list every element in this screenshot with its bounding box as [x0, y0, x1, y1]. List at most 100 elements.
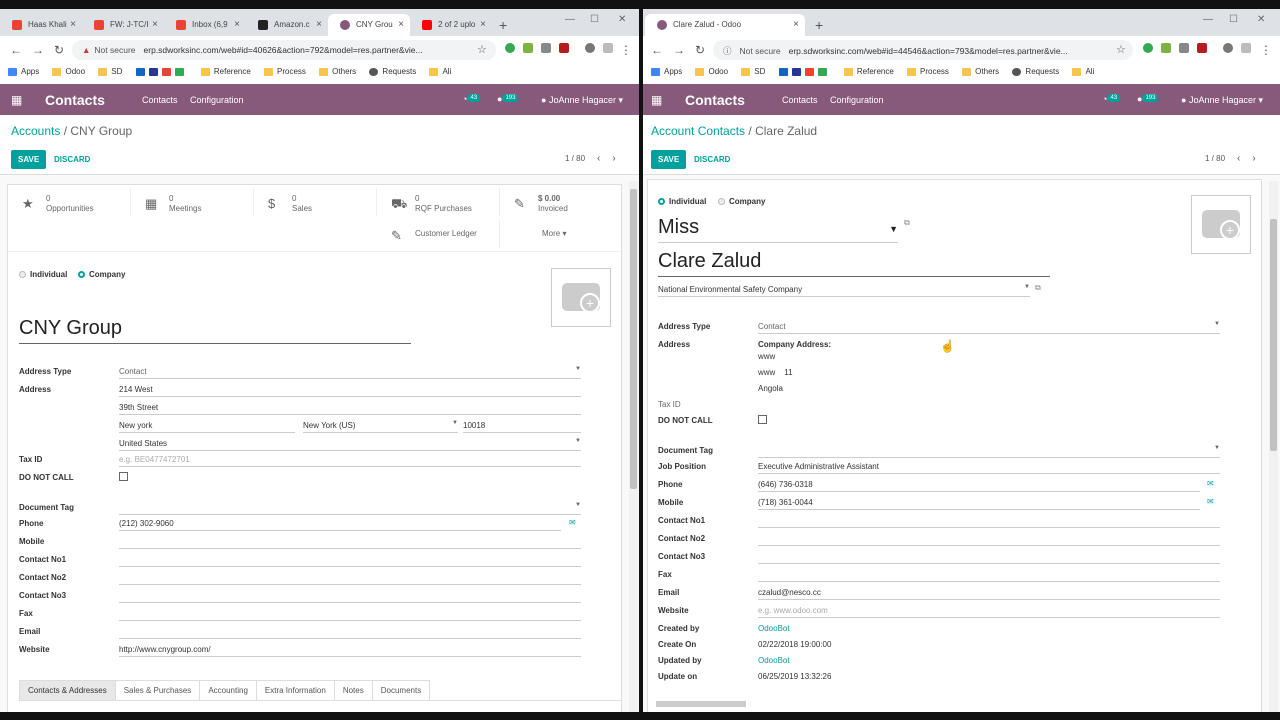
tax-id-field[interactable]: e.g. BE0477472701 [119, 453, 581, 467]
reload-icon[interactable]: ↻ [695, 43, 705, 57]
apps-grid-icon[interactable]: ▦ [11, 93, 22, 107]
bookmark-folder[interactable]: Ali [1072, 67, 1094, 76]
image-upload[interactable]: + [551, 268, 611, 327]
discard-button[interactable]: DISCARD [54, 155, 90, 164]
sms-icon[interactable]: ✉ [569, 518, 576, 527]
street2-field[interactable]: 39th Street [119, 401, 581, 415]
phone-field[interactable]: (646) 736-0318 [758, 478, 1200, 492]
do-not-call-checkbox[interactable] [758, 415, 767, 424]
back-icon[interactable]: ← [10, 43, 22, 57]
smart-button-customer-ledger[interactable]: ✎ Customer Ledger [377, 220, 500, 248]
menu-contacts[interactable]: Contacts [782, 95, 818, 105]
address-type-select[interactable]: Contact ▼ [758, 320, 1220, 334]
tab-sales-purchases[interactable]: Sales & Purchases [114, 680, 201, 700]
apps-grid-icon[interactable]: ▦ [651, 93, 662, 107]
smart-button-sales[interactable]: $0 Sales [254, 188, 377, 216]
notebook-tab-stub[interactable] [656, 701, 746, 707]
bookmark-star-icon[interactable]: ☆ [1116, 43, 1126, 56]
external-link-icon[interactable]: ⧉ [1035, 283, 1041, 293]
close-window-icon[interactable]: ✕ [1257, 14, 1265, 25]
extension-icon[interactable] [1241, 43, 1251, 54]
browser-tab[interactable]: Haas Khali × [0, 14, 82, 36]
save-button[interactable]: SAVE [11, 150, 47, 169]
document-tag-select[interactable]: ▼ [758, 444, 1220, 458]
minimize-icon[interactable]: — [1203, 14, 1213, 25]
bookmark-requests[interactable]: Requests [369, 67, 416, 76]
city-field[interactable]: New york [119, 419, 295, 433]
state-select[interactable]: New York (US) ▼ [303, 419, 458, 433]
extension-icon[interactable] [559, 43, 569, 54]
close-tab-icon[interactable]: × [152, 19, 158, 30]
url-field[interactable]: ⓘ Not secure erp.sdworksinc.com/web#id=445… [713, 40, 1133, 60]
activity-button[interactable]: ◔ 43 [1102, 94, 1121, 104]
extension-icon[interactable] [1179, 43, 1189, 54]
job-position-field[interactable]: Executive Administrative Assistant [758, 460, 1220, 474]
radio-company[interactable]: Company [78, 270, 125, 279]
menu-kebab-icon[interactable]: ⋮ [1260, 43, 1272, 57]
zip-field[interactable]: 10018 [463, 419, 581, 433]
bookmark-folder[interactable]: Others [962, 67, 999, 76]
extension-icon[interactable] [541, 43, 551, 54]
close-tab-icon[interactable]: × [234, 19, 240, 30]
email-field[interactable]: czalud@nesco.cc [758, 586, 1220, 600]
discard-button[interactable]: DISCARD [694, 155, 730, 164]
messages-button[interactable]: ● 193 [1137, 94, 1159, 104]
bookmark-folder[interactable]: Others [319, 67, 356, 76]
extension-icon[interactable] [603, 43, 613, 54]
forward-icon[interactable]: → [673, 43, 685, 57]
bookmark-apps[interactable]: Apps [651, 67, 682, 76]
app-title[interactable]: Contacts [685, 92, 745, 108]
breadcrumb-parent-link[interactable]: Account Contacts [651, 124, 745, 138]
smart-button-opportunities[interactable]: ★ 0 Opportunities [8, 188, 131, 216]
extension-icon[interactable] [505, 43, 515, 54]
pager-next-icon[interactable]: › [1252, 153, 1255, 164]
browser-tab[interactable]: Amazon.c × [246, 14, 328, 36]
parent-company-select[interactable]: National Environmental Safety Company ▼ [658, 283, 1030, 297]
bookmark-folder[interactable]: Odoo [52, 67, 85, 76]
contact-no3-field[interactable] [119, 589, 581, 603]
bookmark-folder[interactable]: Ali [429, 67, 451, 76]
bookmark-folder[interactable]: Reference [843, 67, 894, 76]
smart-button-meetings[interactable]: ▦ 0 Meetings [131, 188, 254, 216]
menu-contacts[interactable]: Contacts [142, 95, 178, 105]
pager-next-icon[interactable]: › [612, 153, 615, 164]
reload-icon[interactable]: ↻ [54, 43, 64, 57]
company-name-field[interactable]: CNY Group [19, 317, 411, 344]
mobile-field[interactable]: (718) 361-0044 [758, 496, 1200, 510]
do-not-call-checkbox[interactable] [119, 472, 128, 481]
contact-name-field[interactable]: Clare Zalud [658, 250, 1050, 277]
close-tab-icon[interactable]: × [316, 19, 322, 30]
country-select[interactable]: United States ▼ [119, 437, 581, 451]
created-by-link[interactable]: OdooBot [758, 622, 790, 636]
menu-configuration[interactable]: Configuration [830, 95, 884, 105]
more-button[interactable]: More ▾ [500, 220, 622, 248]
external-link-icon[interactable]: ⧉ [904, 218, 910, 228]
scrollbar-thumb[interactable] [1270, 219, 1277, 451]
maximize-icon[interactable]: ☐ [590, 14, 599, 25]
close-tab-icon[interactable]: × [793, 19, 799, 30]
extension-icon[interactable] [1223, 43, 1233, 54]
maximize-icon[interactable]: ☐ [1229, 14, 1238, 25]
form-scrollbar[interactable] [1269, 181, 1278, 712]
radio-company[interactable]: Company [718, 197, 765, 206]
bookmark-star-icon[interactable]: ☆ [477, 43, 487, 56]
contact-no2-field[interactable] [758, 532, 1220, 546]
browser-tab[interactable]: FW: J-TC/I × [82, 14, 164, 36]
radio-individual[interactable]: Individual [658, 197, 706, 206]
extension-icon[interactable] [1161, 43, 1171, 54]
tab-documents[interactable]: Documents [371, 680, 431, 700]
messages-button[interactable]: ● 193 [497, 94, 519, 104]
bookmark-folder[interactable]: Odoo [695, 67, 728, 76]
bookmark-folder[interactable]: Process [264, 67, 306, 76]
contact-no3-field[interactable] [758, 550, 1220, 564]
browser-tab-active[interactable]: Clare Zalud - Odoo × [645, 14, 805, 36]
tab-notes[interactable]: Notes [333, 680, 373, 700]
tab-contacts-addresses[interactable]: Contacts & Addresses [19, 680, 116, 700]
address-type-select[interactable]: Contact ▼ [119, 365, 581, 379]
back-icon[interactable]: ← [651, 43, 663, 57]
pager-prev-icon[interactable]: ‹ [597, 153, 600, 164]
tab-accounting[interactable]: Accounting [199, 680, 257, 700]
browser-tab[interactable]: 2 of 2 uplo × [410, 14, 492, 36]
updated-by-link[interactable]: OdooBot [758, 654, 790, 668]
close-tab-icon[interactable]: × [70, 19, 76, 30]
